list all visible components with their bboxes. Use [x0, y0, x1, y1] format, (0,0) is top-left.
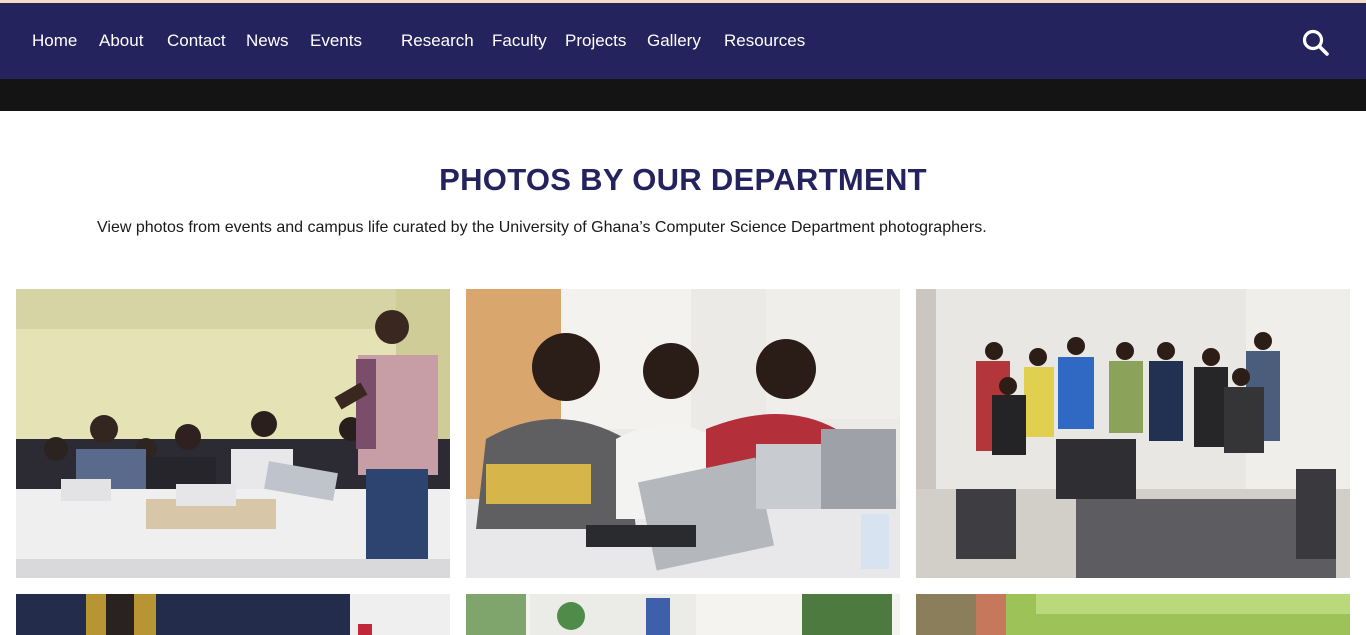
nav-projects[interactable]: Projects — [565, 31, 626, 51]
gallery-photo-outdoor[interactable] — [916, 594, 1350, 635]
hero-strip — [0, 79, 1366, 111]
gallery-photo-banner[interactable] — [466, 594, 900, 635]
nav-resources[interactable]: Resources — [724, 31, 805, 51]
gallery-photo-lecture[interactable] — [16, 289, 450, 578]
gallery-description: View photos from events and campus life … — [97, 219, 987, 236]
gallery-photo-students-laptops[interactable] — [466, 289, 900, 578]
nav-faculty[interactable]: Faculty — [492, 31, 547, 51]
page-title: PHOTOS BY OUR DEPARTMENT — [439, 162, 927, 197]
nav-research[interactable]: Research — [401, 31, 474, 51]
gallery-photo-group[interactable] — [916, 289, 1350, 578]
nav-home[interactable]: Home — [32, 31, 77, 51]
nav-events[interactable]: Events — [310, 31, 362, 51]
gallery-photo-graduation[interactable] — [16, 594, 450, 635]
search-icon[interactable] — [1300, 27, 1332, 59]
main-navbar: Home About Contact News Events Research … — [0, 3, 1366, 79]
nav-news[interactable]: News — [246, 31, 289, 51]
nav-contact[interactable]: Contact — [167, 31, 226, 51]
nav-about[interactable]: About — [99, 31, 143, 51]
nav-gallery[interactable]: Gallery — [647, 31, 701, 51]
